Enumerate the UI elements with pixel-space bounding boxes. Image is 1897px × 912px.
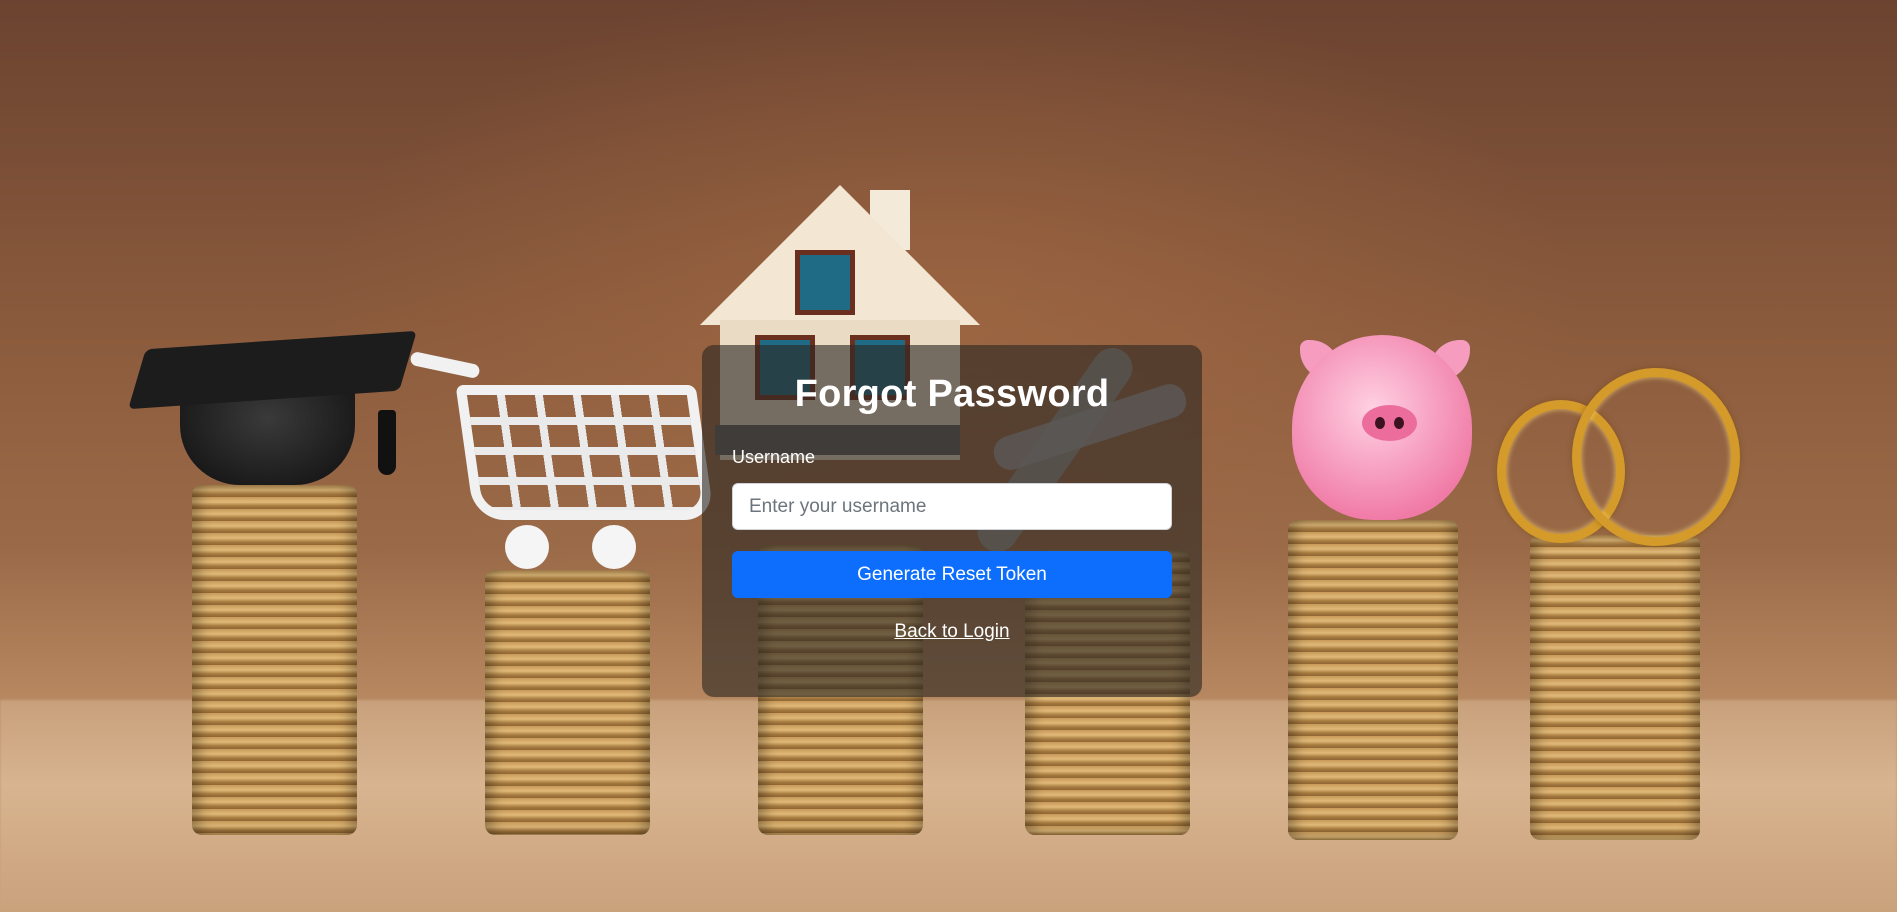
username-label: Username [732,447,816,467]
coin-stack [1288,520,1458,840]
username-input[interactable] [732,483,1172,530]
generate-reset-token-button[interactable]: Generate Reset Token [732,551,1172,598]
coin-stack [1530,535,1700,840]
coin-stack [192,485,357,835]
back-to-login-link[interactable]: Back to Login [702,621,1202,643]
page-title: Forgot Password [794,373,1110,415]
coin-stack [485,570,650,835]
forgot-password-card: Forgot Password Username Generate Reset … [702,345,1202,697]
